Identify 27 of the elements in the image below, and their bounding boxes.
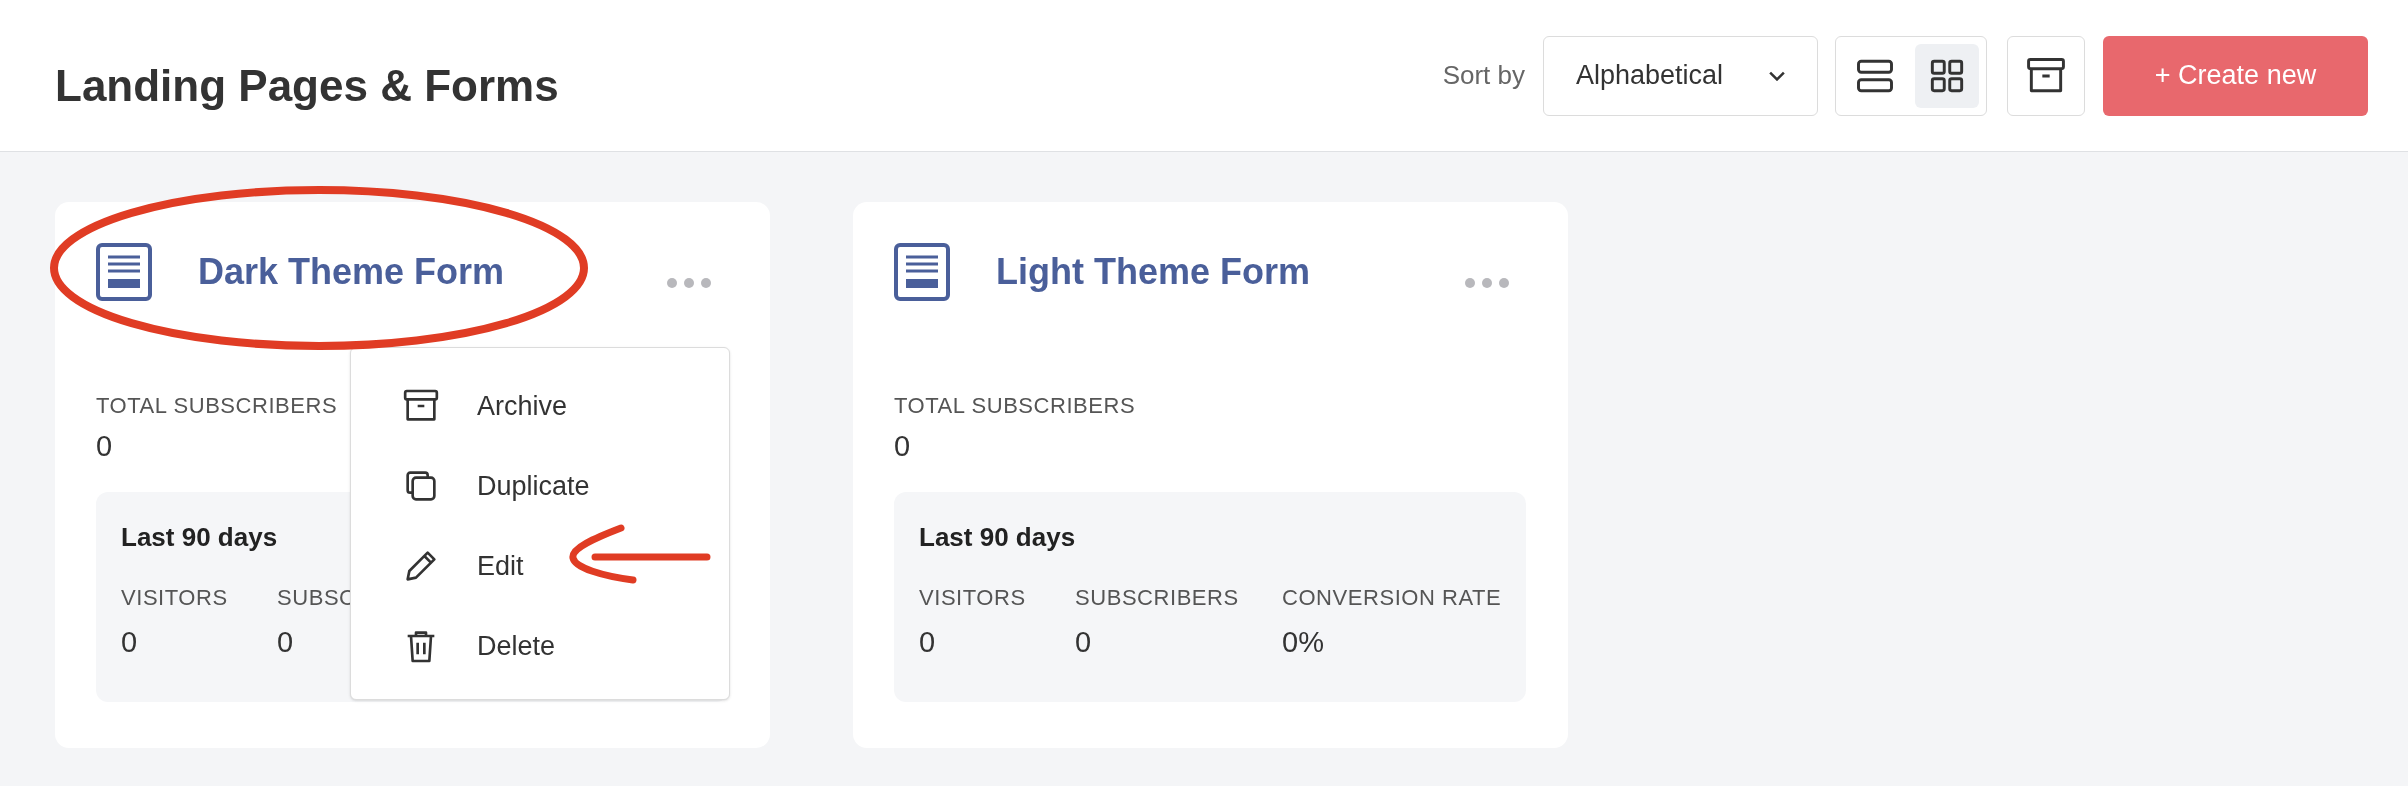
stat-label: SUBSCRIBERS [1075, 584, 1239, 612]
chevron-down-icon [1769, 70, 1785, 81]
stat-value: 0 [894, 430, 911, 462]
stat-value: 0 [277, 625, 294, 660]
stat-value: 0 [96, 430, 113, 462]
view-button[interactable] [1915, 43, 1979, 108]
stat-label: TOTAL SUBSCRIBERS [96, 393, 338, 418]
stat-value: 0% [1282, 625, 1324, 660]
page-title: Landing Pages & Forms [55, 59, 559, 112]
menu-item[interactable]: Archive [351, 366, 729, 446]
stat-label: VISITORS [121, 584, 228, 612]
stat-label: CONVERSION RATE [1282, 584, 1502, 612]
stat-label: VISITORS [919, 584, 1026, 612]
form-icon [894, 243, 950, 301]
form-title[interactable]: Dark Theme Form [198, 245, 505, 299]
sort-dropdown[interactable]: Alphabetical [1543, 35, 1818, 116]
archive-button[interactable] [2007, 35, 2085, 116]
period-label: Last 90 days [919, 522, 1076, 552]
form-title[interactable]: Light Theme Form [996, 245, 1310, 299]
stat-value: 0 [919, 625, 936, 660]
sort-label: Sort by [1442, 59, 1525, 92]
stat-value: 0 [121, 625, 138, 660]
stat-value: 0 [1075, 625, 1092, 660]
period-label: Last 90 days [121, 522, 278, 552]
menu-item[interactable]: Duplicate [351, 446, 729, 526]
stat-label: TOTAL SUBSCRIBERS [894, 393, 1136, 418]
form-icon [96, 243, 152, 301]
